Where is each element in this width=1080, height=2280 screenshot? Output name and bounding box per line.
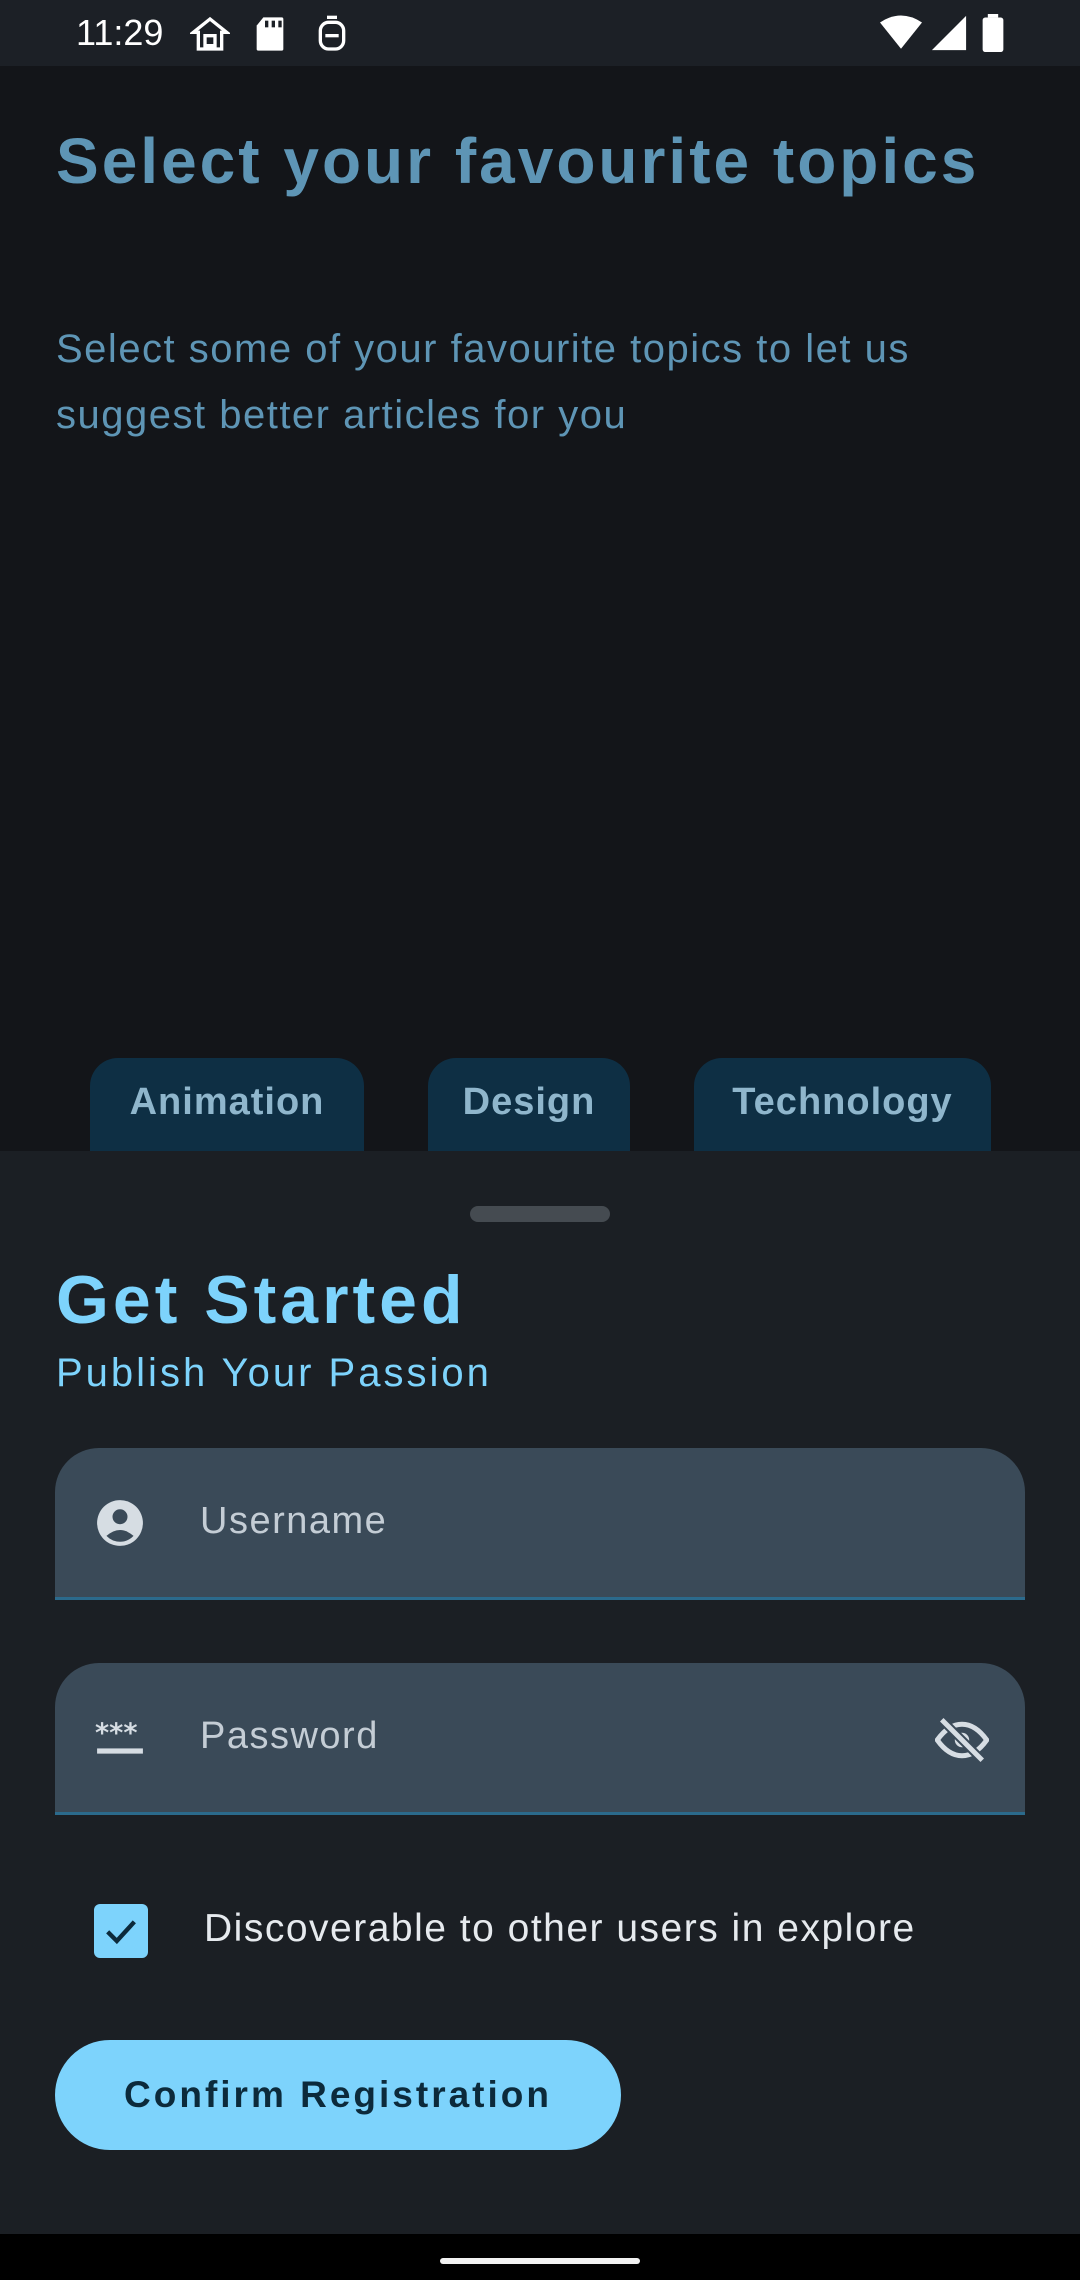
home-icon xyxy=(190,16,230,51)
sd-card-icon xyxy=(256,17,284,51)
chip-label: Animation xyxy=(129,1080,325,1123)
cellular-signal-icon xyxy=(931,15,967,51)
home-gesture-handle[interactable] xyxy=(440,2258,640,2264)
wifi-icon xyxy=(880,15,922,49)
drag-handle[interactable] xyxy=(470,1206,610,1222)
password-field[interactable]: *** Password xyxy=(55,1663,1025,1815)
password-placeholder: Password xyxy=(200,1715,379,1757)
svg-text:***: *** xyxy=(95,1718,137,1749)
page-title: Select your favourite topics xyxy=(56,125,980,197)
password-dots-icon: *** xyxy=(95,1718,143,1754)
status-time: 11:29 xyxy=(76,12,164,53)
chip-label: Design xyxy=(462,1080,596,1123)
navigation-bar xyxy=(0,2234,1080,2280)
discoverable-label: Discoverable to other users in explore xyxy=(204,1907,916,1950)
topic-chip-technology[interactable]: Technology xyxy=(694,1058,991,1152)
confirm-registration-button[interactable]: Confirm Registration xyxy=(55,2040,621,2150)
sheet-title: Get Started xyxy=(56,1262,467,1338)
topic-chip-design[interactable]: Design xyxy=(428,1058,630,1152)
sim-icon xyxy=(318,15,346,51)
discoverable-row[interactable]: Discoverable to other users in explore xyxy=(94,1903,914,1959)
battery-icon xyxy=(982,14,1004,52)
sheet-subtitle: Publish Your Passion xyxy=(56,1351,492,1395)
username-field[interactable]: Username xyxy=(55,1448,1025,1600)
account-circle-icon xyxy=(97,1500,143,1546)
registration-bottom-sheet: Get Started Publish Your Passion Usernam… xyxy=(0,1151,1080,2234)
chip-label: Technology xyxy=(732,1080,953,1123)
visibility-off-icon[interactable] xyxy=(935,1713,989,1767)
topic-chip-animation[interactable]: Animation xyxy=(90,1058,364,1152)
check-icon xyxy=(106,1920,136,1945)
username-placeholder: Username xyxy=(200,1500,388,1542)
status-bar: 11:29 xyxy=(0,0,1080,66)
discoverable-checkbox[interactable] xyxy=(94,1904,148,1958)
topics-page xyxy=(0,66,1080,1152)
page-subtitle: Select some of your favourite topics to … xyxy=(56,327,910,437)
